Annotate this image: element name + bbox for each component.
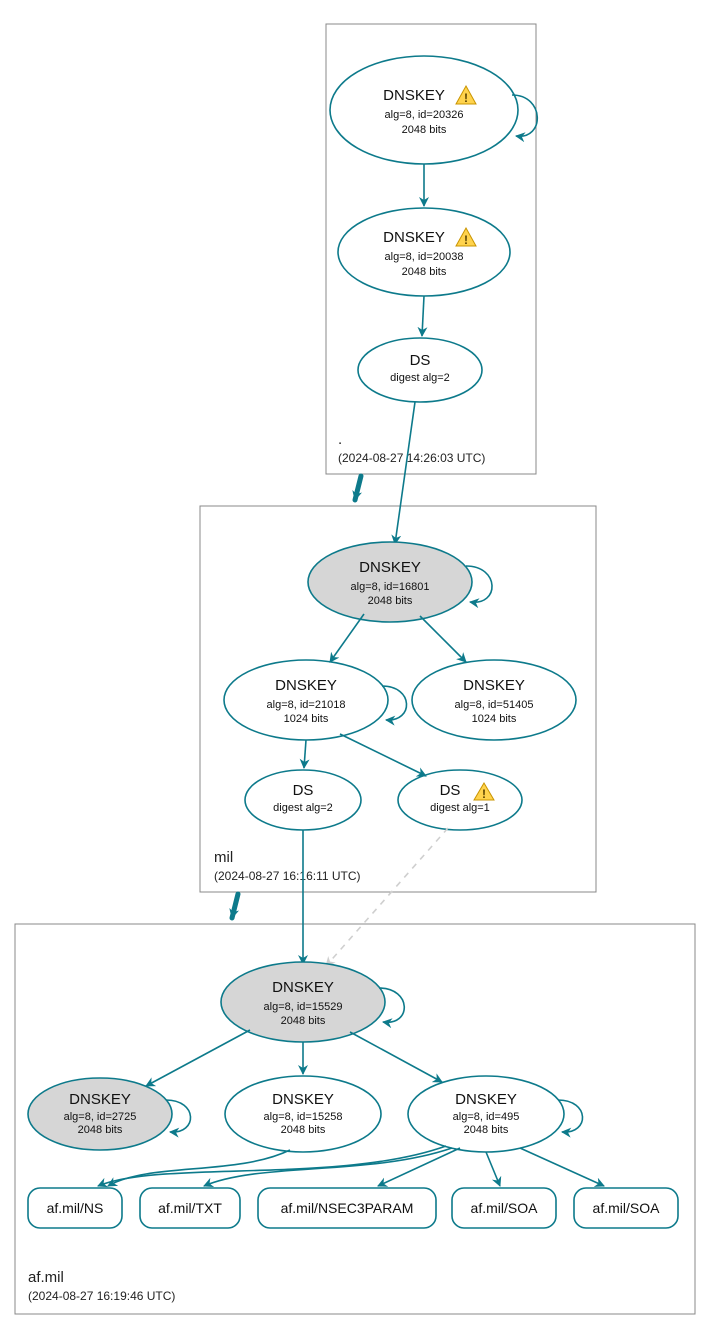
- zone-root-time: (2024-08-27 14:26:03 UTC): [338, 451, 485, 465]
- node-root-ksk: DNSKEY ! alg=8, id=20326 2048 bits: [330, 56, 518, 164]
- svg-text:!: !: [482, 787, 486, 801]
- svg-text:alg=8, id=15258: alg=8, id=15258: [264, 1111, 343, 1123]
- edge: [330, 614, 364, 662]
- edge: [395, 402, 415, 544]
- edge: [422, 296, 424, 336]
- svg-text:2048 bits: 2048 bits: [402, 266, 447, 278]
- edge: [146, 1030, 250, 1086]
- edge: [486, 1152, 500, 1186]
- svg-text:DNSKEY: DNSKEY: [383, 87, 445, 104]
- svg-text:af.mil/NS: af.mil/NS: [47, 1200, 104, 1216]
- dnssec-diagram: . (2024-08-27 14:26:03 UTC) DNSKEY ! alg…: [0, 0, 707, 1344]
- svg-text:2048 bits: 2048 bits: [281, 1015, 326, 1027]
- svg-text:af.mil/NSEC3PARAM: af.mil/NSEC3PARAM: [281, 1200, 414, 1216]
- node-mil-ds1: DS digest alg=2: [245, 770, 361, 830]
- svg-text:DNSKEY: DNSKEY: [272, 979, 334, 996]
- svg-text:DS: DS: [293, 782, 314, 799]
- svg-text:2048 bits: 2048 bits: [368, 595, 413, 607]
- node-root-zsk: DNSKEY ! alg=8, id=20038 2048 bits: [338, 208, 510, 296]
- svg-text:2048 bits: 2048 bits: [464, 1124, 509, 1136]
- svg-text:2048 bits: 2048 bits: [281, 1124, 326, 1136]
- rr-soa2: af.mil/SOA: [574, 1188, 678, 1228]
- svg-text:DNSKEY: DNSKEY: [69, 1091, 131, 1108]
- svg-text:alg=8, id=20038: alg=8, id=20038: [385, 251, 464, 263]
- svg-text:1024 bits: 1024 bits: [472, 713, 517, 725]
- svg-text:af.mil/SOA: af.mil/SOA: [471, 1200, 539, 1216]
- node-mil-ds2: DS ! digest alg=1: [398, 770, 522, 830]
- node-af-k3: DNSKEY alg=8, id=495 2048 bits: [408, 1076, 564, 1152]
- rr-nsec3param: af.mil/NSEC3PARAM: [258, 1188, 436, 1228]
- edge-dashed: [326, 828, 448, 966]
- edge: [98, 1146, 446, 1186]
- svg-text:!: !: [464, 233, 468, 247]
- node-af-k1: DNSKEY alg=8, id=2725 2048 bits: [28, 1078, 172, 1150]
- svg-text:alg=8, id=20326: alg=8, id=20326: [385, 109, 464, 121]
- node-af-ksk: DNSKEY alg=8, id=15529 2048 bits: [221, 962, 385, 1042]
- svg-text:2048 bits: 2048 bits: [402, 124, 447, 136]
- svg-text:DNSKEY: DNSKEY: [383, 229, 445, 246]
- edge: [340, 734, 426, 776]
- zone-root-name: .: [338, 431, 342, 448]
- svg-text:DS: DS: [410, 352, 431, 369]
- svg-text:digest alg=1: digest alg=1: [430, 802, 490, 814]
- svg-text:2048 bits: 2048 bits: [78, 1124, 123, 1136]
- svg-text:digest alg=2: digest alg=2: [390, 372, 450, 384]
- node-mil-ksk: DNSKEY alg=8, id=16801 2048 bits: [308, 542, 472, 622]
- svg-text:af.mil/TXT: af.mil/TXT: [158, 1200, 222, 1216]
- rr-ns: af.mil/NS: [28, 1188, 122, 1228]
- node-mil-zsk2: DNSKEY alg=8, id=51405 1024 bits: [412, 660, 576, 740]
- edge: [108, 1150, 290, 1186]
- svg-text:alg=8, id=51405: alg=8, id=51405: [455, 699, 534, 711]
- svg-text:alg=8, id=16801: alg=8, id=16801: [351, 581, 430, 593]
- svg-text:DNSKEY: DNSKEY: [272, 1091, 334, 1108]
- node-root-ds: DS digest alg=2: [358, 338, 482, 402]
- svg-text:digest alg=2: digest alg=2: [273, 802, 333, 814]
- svg-text:DNSKEY: DNSKEY: [455, 1091, 517, 1108]
- zone-afmil-name: af.mil: [28, 1269, 64, 1286]
- delegation-arrow: [355, 476, 361, 500]
- delegation-arrow: [232, 894, 238, 918]
- edge: [420, 616, 466, 662]
- svg-text:alg=8, id=15529: alg=8, id=15529: [264, 1001, 343, 1013]
- svg-text:af.mil/SOA: af.mil/SOA: [593, 1200, 661, 1216]
- rr-soa1: af.mil/SOA: [452, 1188, 556, 1228]
- svg-text:DNSKEY: DNSKEY: [275, 677, 337, 694]
- svg-text:1024 bits: 1024 bits: [284, 713, 329, 725]
- node-af-k2: DNSKEY alg=8, id=15258 2048 bits: [225, 1076, 381, 1152]
- svg-text:DNSKEY: DNSKEY: [463, 677, 525, 694]
- node-mil-zsk1: DNSKEY alg=8, id=21018 1024 bits: [224, 660, 388, 740]
- zone-mil-name: mil: [214, 849, 233, 866]
- edge: [350, 1032, 442, 1082]
- zone-mil-time: (2024-08-27 16:16:11 UTC): [214, 869, 361, 883]
- svg-text:alg=8, id=495: alg=8, id=495: [453, 1111, 520, 1123]
- edge: [520, 1148, 604, 1186]
- zone-afmil-time: (2024-08-27 16:19:46 UTC): [28, 1289, 175, 1303]
- svg-text:DS: DS: [440, 782, 461, 799]
- svg-text:alg=8, id=2725: alg=8, id=2725: [64, 1111, 137, 1123]
- svg-text:alg=8, id=21018: alg=8, id=21018: [267, 699, 346, 711]
- edge: [304, 740, 306, 768]
- svg-text:!: !: [464, 91, 468, 105]
- svg-text:DNSKEY: DNSKEY: [359, 559, 421, 576]
- rr-txt: af.mil/TXT: [140, 1188, 240, 1228]
